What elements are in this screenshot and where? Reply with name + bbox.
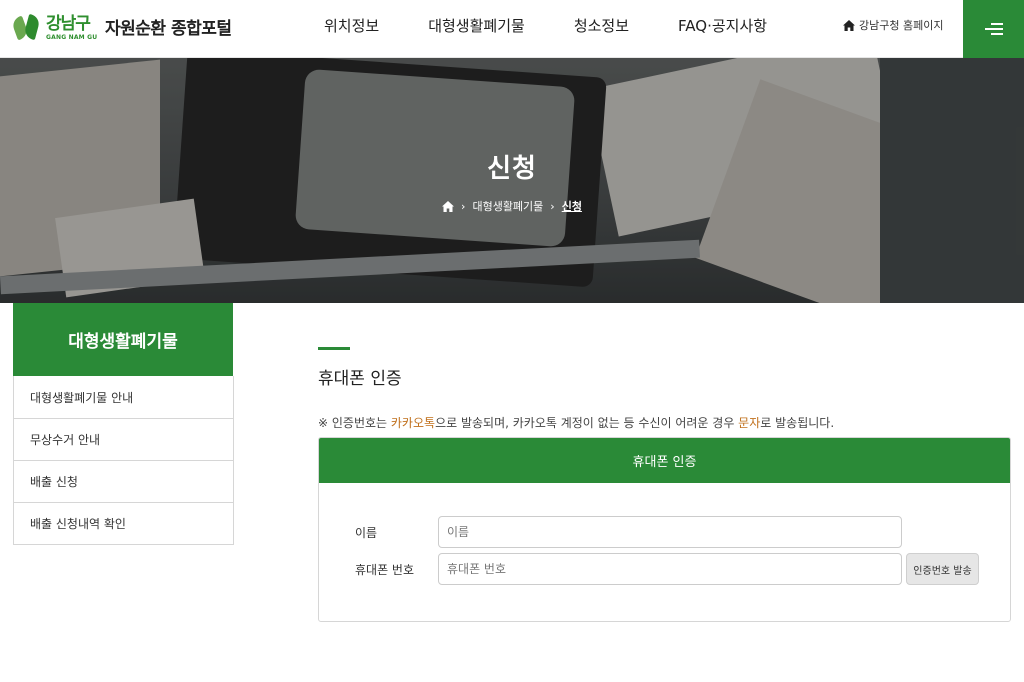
phone-input[interactable] (438, 553, 902, 585)
nav-item-cleaning-info[interactable]: 청소정보 (574, 15, 629, 36)
breadcrumb: › 대형생활폐기물 › 신청 (0, 198, 1024, 214)
breadcrumb-item-current[interactable]: 신청 (562, 198, 582, 214)
nav-item-bulky-waste[interactable]: 대형생활폐기물 (428, 15, 525, 36)
name-row: 이름 (319, 516, 1010, 548)
logo-leaf-icon (10, 13, 42, 43)
phone-verification-form: 휴대폰 인증 이름 휴대폰 번호 인증번호 발송 (318, 437, 1011, 622)
chevron-right-icon: › (550, 199, 555, 213)
main-nav: 위치정보 대형생활폐기물 청소정보 FAQ·공지사항 (300, 0, 816, 50)
district-homepage-link[interactable]: 강남구청 홈페이지 (843, 17, 943, 33)
sidebar-item-free-pickup[interactable]: 무상수거 안내 (14, 418, 233, 460)
breadcrumb-item-bulky-waste[interactable]: 대형생활폐기물 (472, 198, 543, 214)
logo-text: 강남구 (46, 13, 91, 34)
send-code-button[interactable]: 인증번호 발송 (906, 553, 979, 585)
sidebar-item-history[interactable]: 배출 신청내역 확인 (14, 502, 233, 544)
hero-banner: 신청 › 대형생활폐기물 › 신청 (0, 58, 1024, 303)
site-title[interactable]: 자원순환 종합포털 (105, 14, 232, 39)
district-homepage-label: 강남구청 홈페이지 (859, 19, 944, 32)
form-header: 휴대폰 인증 (319, 438, 1010, 483)
sidebar-item-guide[interactable]: 대형생활폐기물 안내 (14, 376, 233, 418)
sidebar-title: 대형생활폐기물 (13, 303, 233, 376)
phone-label: 휴대폰 번호 (355, 562, 415, 577)
sidebar-menu: 대형생활폐기물 안내 무상수거 안내 배출 신청 배출 신청내역 확인 (13, 376, 234, 545)
header: 강남구 GANG NAM GU 자원순환 종합포털 위치정보 대형생활폐기물 청… (0, 0, 1024, 58)
logo[interactable]: 강남구 GANG NAM GU (10, 8, 98, 48)
name-label: 이름 (355, 525, 378, 540)
phone-row: 휴대폰 번호 인증번호 발송 (319, 553, 1010, 585)
page-title: 신청 (487, 154, 537, 184)
logo-subtext: GANG NAM GU (46, 33, 98, 41)
notice-text: ※ 인증번호는 카카오톡으로 발송되며, 카카오톡 계정이 없는 등 수신이 어… (318, 416, 835, 430)
notice-highlight-kakaotalk: 카카오톡 (390, 416, 436, 430)
nav-item-location[interactable]: 위치정보 (324, 15, 379, 36)
menu-button[interactable] (963, 0, 1024, 58)
section-accent-bar (318, 347, 350, 350)
sidebar-item-apply[interactable]: 배출 신청 (14, 460, 233, 502)
name-input[interactable] (438, 516, 902, 548)
chevron-right-icon: › (461, 199, 466, 213)
hamburger-icon (984, 20, 1003, 38)
home-icon[interactable] (442, 200, 455, 212)
section-title: 휴대폰 인증 (318, 369, 402, 389)
notice-highlight-sms: 문자 (738, 416, 761, 430)
home-icon (843, 19, 855, 31)
nav-item-faq-notice[interactable]: FAQ·공지사항 (678, 15, 767, 36)
